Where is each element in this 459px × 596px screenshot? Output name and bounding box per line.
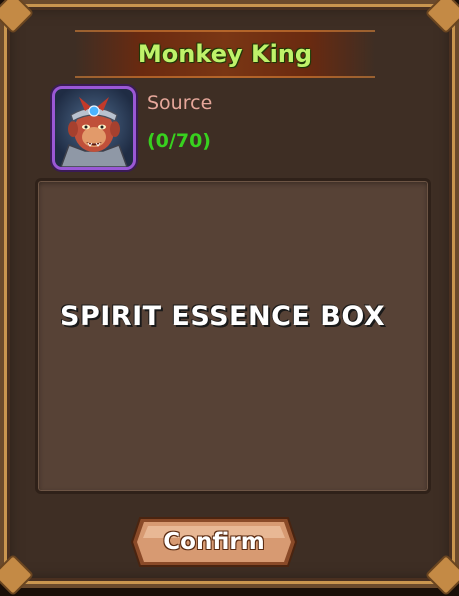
dialog-title: Monkey King: [137, 40, 313, 68]
collection-progress: (0/70): [147, 130, 211, 152]
source-label: Source: [147, 92, 213, 114]
frame-corner-ornament: [424, 553, 459, 596]
frame-corner-ornament: [0, 553, 35, 596]
monkey-king-portrait-icon: [60, 97, 128, 167]
title-banner: Monkey King: [75, 30, 375, 78]
frame-corner-ornament: [0, 0, 35, 35]
source-list-panel: SPIRIT ESSENCE BOX: [35, 178, 431, 494]
hero-portrait-icon[interactable]: [52, 86, 136, 170]
confirm-button[interactable]: Confirm: [130, 514, 298, 570]
source-item-spirit-essence-box: SPIRIT ESSENCE BOX: [60, 301, 386, 332]
confirm-button-label: Confirm: [163, 529, 265, 555]
frame-corner-ornament: [424, 0, 459, 35]
